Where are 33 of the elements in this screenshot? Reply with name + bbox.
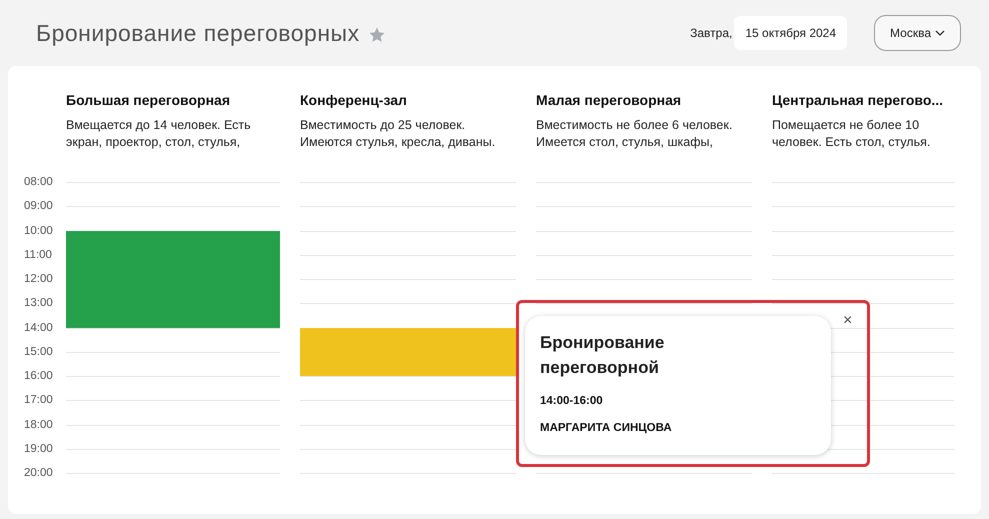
booking-time: 14:00-16:00 <box>540 394 604 409</box>
close-button[interactable]: × <box>843 313 852 329</box>
room-name: Центральная перегово... <box>772 91 944 109</box>
booked-slot[interactable] <box>300 328 516 352</box>
room-description: Вместимость до 25 человек. Имеются стулья, кресла, диваны. <box>300 117 496 151</box>
room-name: Малая переговорная <box>536 91 682 109</box>
room-description: Вмещается до 14 человек. Есть экран, проектор, стол, стулья, <box>66 117 252 151</box>
time-label: 08:00 <box>24 175 53 189</box>
time-label: 16:00 <box>24 369 53 383</box>
time-label: 13:00 <box>24 296 53 310</box>
time-label: 20:00 <box>24 466 53 480</box>
time-label: 09:00 <box>24 199 53 214</box>
room-name: Большая переговорная <box>66 91 230 109</box>
time-label: 11:00 <box>24 248 52 262</box>
day-label: Завтра, <box>690 25 732 42</box>
time-label: 15:00 <box>24 344 53 359</box>
room-name: Конференц-зал <box>300 91 407 109</box>
city-dropdown[interactable]: Москва <box>874 15 961 51</box>
booking-person: МАРГАРИТА СИНЦОВА <box>540 421 673 436</box>
popup-title: Бронирование переговорной <box>540 332 666 379</box>
time-label: 10:00 <box>24 224 53 238</box>
chevron-down-icon <box>935 28 945 38</box>
time-label: 12:00 <box>24 272 53 286</box>
time-label: 19:00 <box>24 442 53 456</box>
room-description: Вместимость не более 6 человек. Имеется стол, стулья, шкафы, <box>536 117 734 151</box>
page-title: Бронирование переговорных <box>36 18 360 48</box>
booked-slot[interactable] <box>66 230 280 255</box>
time-label: 18:00 <box>24 418 53 432</box>
room-description: Помещается не более 10 человек. Есть стол, стулья. <box>772 117 932 151</box>
star-icon[interactable] <box>368 26 386 44</box>
time-label: 17:00 <box>24 393 53 408</box>
time-label: 14:00 <box>24 320 53 334</box>
date-field[interactable]: 15 октября 2024 <box>734 16 848 50</box>
